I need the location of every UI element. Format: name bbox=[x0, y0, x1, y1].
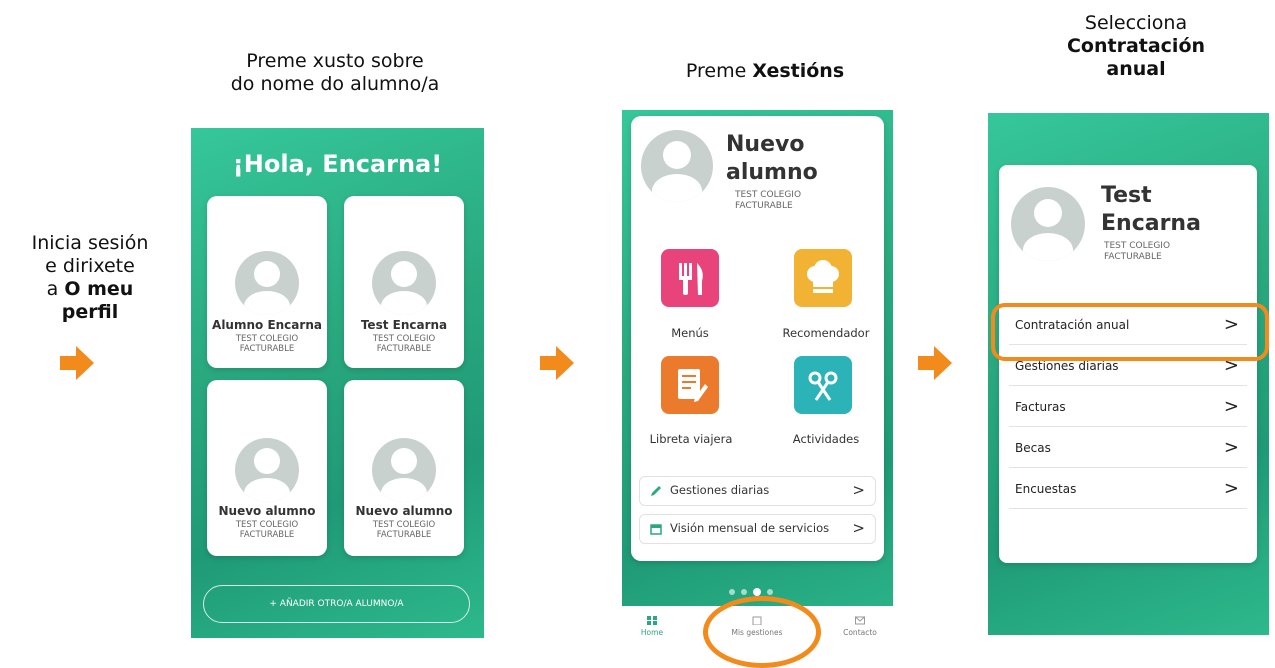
facturas-row[interactable]: Facturas > bbox=[1009, 388, 1247, 427]
phone-screen-student-profile: Nuevo alumno TEST COLEGIO FACTURABLE Men… bbox=[622, 110, 893, 652]
student-school: TEST COLEGIO bbox=[1104, 241, 1171, 251]
recomendador-label: Recomendador bbox=[782, 326, 870, 340]
student-school: FACTURABLE bbox=[376, 530, 432, 540]
step3-caption: Preme Xestións bbox=[630, 60, 900, 83]
step1-line4-bold: perfil bbox=[61, 301, 119, 323]
student-school: TEST COLEGIO bbox=[372, 520, 436, 530]
student-school: TEST COLEGIO bbox=[235, 520, 299, 530]
chevron-right-icon: > bbox=[852, 519, 865, 537]
menus-label: Menús bbox=[671, 326, 709, 340]
student-card[interactable]: Nuevo alumno TEST COLEGIO FACTURABLE bbox=[344, 380, 464, 556]
pencil-icon bbox=[651, 486, 661, 496]
chevron-right-icon: > bbox=[1223, 396, 1239, 417]
step4-line2-bold: Contratación bbox=[1066, 35, 1206, 57]
highlight-ring-mis-gestiones bbox=[703, 596, 821, 668]
student-name-line2: Encarna bbox=[1101, 211, 1201, 236]
gestiones-diarias-label: Gestiones diarias bbox=[670, 483, 770, 497]
student-school: FACTURABLE bbox=[239, 344, 295, 354]
chevron-right-icon: > bbox=[852, 481, 865, 499]
nav-contacto-label: Contacto bbox=[843, 628, 877, 637]
step1-line3-prefix: a bbox=[46, 278, 65, 300]
student-school: TEST COLEGIO bbox=[235, 334, 299, 344]
student-card[interactable]: Test Encarna TEST COLEGIO FACTURABLE bbox=[344, 196, 464, 368]
avatar-icon bbox=[641, 130, 713, 202]
step3-bold: Xestións bbox=[752, 60, 845, 82]
add-student-button[interactable]: + AÑADIR OTRO/A ALUMNO/A bbox=[203, 585, 470, 623]
student-school: FACTURABLE bbox=[376, 344, 432, 354]
avatar-icon bbox=[235, 438, 299, 502]
step4-caption: Selecciona Contratación anual bbox=[1050, 12, 1222, 81]
student-name: Test Encarna bbox=[360, 318, 448, 332]
student-name: Nuevo alumno bbox=[355, 504, 453, 518]
menus-tile[interactable] bbox=[661, 249, 719, 307]
profile-card: Nuevo alumno TEST COLEGIO FACTURABLE Men… bbox=[631, 116, 884, 561]
student-school: TEST COLEGIO bbox=[735, 190, 802, 200]
step1-line3-bold: O meu bbox=[64, 278, 134, 300]
student-school: FACTURABLE bbox=[1104, 252, 1162, 262]
arrow-right-icon bbox=[540, 346, 574, 380]
becas-row[interactable]: Becas > bbox=[1009, 429, 1247, 468]
mail-icon bbox=[855, 616, 865, 625]
grid-icon bbox=[647, 616, 657, 625]
encuestas-label: Encuestas bbox=[1015, 482, 1077, 496]
actividades-tile[interactable] bbox=[794, 356, 852, 414]
step1-line1: Inicia sesión bbox=[31, 232, 149, 254]
step4-line1: Selecciona bbox=[1084, 12, 1188, 34]
chef-hat-icon bbox=[807, 260, 839, 293]
avatar-icon bbox=[1011, 187, 1085, 261]
student-school: FACTURABLE bbox=[239, 530, 295, 540]
arrow-right-icon bbox=[60, 346, 94, 380]
avatar-icon bbox=[235, 251, 299, 315]
phone-screen-gestiones: Test Encarna TEST COLEGIO FACTURABLE Con… bbox=[988, 113, 1269, 635]
calendar-icon bbox=[650, 524, 662, 535]
facturas-label: Facturas bbox=[1015, 400, 1066, 414]
student-name-line2: alumno bbox=[726, 160, 818, 185]
student-name: Alumno Encarna bbox=[212, 318, 322, 332]
recomendador-tile[interactable] bbox=[794, 249, 852, 307]
scissors-icon bbox=[808, 371, 838, 401]
arrow-right-icon bbox=[918, 346, 952, 380]
step3-prefix: Preme bbox=[685, 60, 753, 82]
student-school: FACTURABLE bbox=[735, 201, 793, 211]
chevron-right-icon: > bbox=[1223, 437, 1239, 458]
nav-home-label: Home bbox=[640, 628, 664, 637]
chevron-right-icon: > bbox=[1223, 478, 1239, 499]
step2-caption: Preme xusto sobre do nome do alumno/a bbox=[205, 50, 465, 96]
libreta-tile[interactable] bbox=[661, 356, 719, 414]
avatar-icon bbox=[372, 251, 436, 315]
nav-contacto[interactable]: Contacto bbox=[820, 616, 893, 637]
step2-line2: do nome do alumno/a bbox=[230, 73, 440, 95]
avatar-icon bbox=[372, 438, 436, 502]
student-card[interactable]: Nuevo alumno TEST COLEGIO FACTURABLE bbox=[207, 380, 327, 556]
step1-caption: Inicia sesión e dirixete a O meu perfil bbox=[28, 232, 152, 324]
phone-screen-student-list: ¡Hola, Encarna! Alumno Encarna TEST COLE… bbox=[191, 128, 484, 638]
fork-knife-icon bbox=[679, 263, 703, 295]
gestiones-diarias-row[interactable]: Gestiones diarias > bbox=[639, 476, 876, 506]
highlight-ring-contratacion-anual bbox=[991, 303, 1269, 361]
student-card[interactable]: Alumno Encarna TEST COLEGIO FACTURABLE bbox=[207, 196, 327, 368]
actividades-label: Actividades bbox=[792, 432, 860, 446]
pager-dots bbox=[729, 588, 789, 596]
becas-label: Becas bbox=[1015, 441, 1051, 455]
step1-line2: e dirixete bbox=[45, 255, 135, 277]
nav-home[interactable]: Home bbox=[622, 616, 692, 637]
student-name: Nuevo alumno bbox=[218, 504, 316, 518]
student-name-line1: Test bbox=[1101, 183, 1152, 208]
gestiones-card: Test Encarna TEST COLEGIO FACTURABLE Con… bbox=[999, 165, 1257, 563]
notebook-icon bbox=[678, 369, 708, 402]
step2-line1: Preme xusto sobre bbox=[246, 50, 424, 72]
student-name-line1: Nuevo bbox=[726, 132, 805, 157]
gestiones-diarias-label: Gestiones diarias bbox=[1015, 359, 1119, 373]
greeting-title: ¡Hola, Encarna! bbox=[232, 150, 443, 178]
student-school: TEST COLEGIO bbox=[372, 334, 436, 344]
step4-line3-bold: anual bbox=[1106, 58, 1166, 80]
encuestas-row[interactable]: Encuestas > bbox=[1009, 470, 1247, 509]
vision-mensual-row[interactable]: Visión mensual de servicios > bbox=[639, 514, 876, 544]
libreta-label: Libreta viajera bbox=[649, 432, 733, 446]
vision-mensual-label: Visión mensual de servicios bbox=[670, 521, 830, 535]
